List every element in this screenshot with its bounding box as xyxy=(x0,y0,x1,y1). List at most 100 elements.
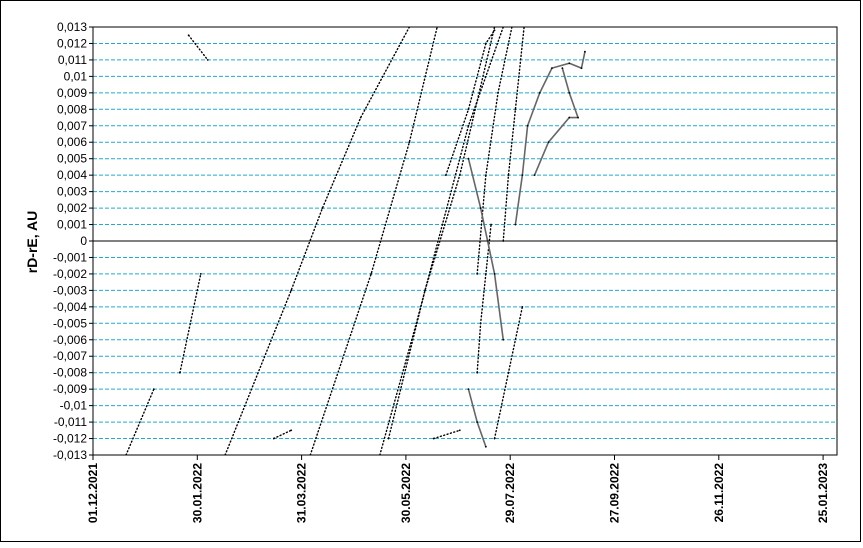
data-point xyxy=(408,141,411,144)
data-point xyxy=(321,207,324,209)
y-tick-label: 0,011 xyxy=(58,53,87,67)
y-tick-label: -0,008 xyxy=(53,366,87,380)
y-tick-label: 0,008 xyxy=(57,102,87,116)
data-point xyxy=(514,108,517,111)
data-point xyxy=(179,371,181,374)
data-point xyxy=(521,174,524,177)
series-6 xyxy=(445,29,496,176)
series-7 xyxy=(476,27,513,275)
y-tick-label: -0,006 xyxy=(53,333,87,347)
data-point xyxy=(387,437,390,440)
y-tick-label: 0,003 xyxy=(57,185,87,199)
series-16 xyxy=(467,157,505,341)
series-8 xyxy=(502,27,525,242)
y-tick-label: 0,004 xyxy=(57,168,87,182)
data-point xyxy=(547,141,550,144)
y-tick-label: 0,001 xyxy=(57,218,87,232)
data-point xyxy=(502,338,505,341)
y-axis-title: rD-rE, AU xyxy=(24,211,40,274)
data-point xyxy=(467,124,470,127)
data-point xyxy=(152,388,155,391)
chart-svg: 0,013 0,012 0,011 0,01 0,009 0,008 0,007 0,006 0… xyxy=(24,20,838,523)
x-tick-label: 26.11.2022 xyxy=(712,463,726,523)
data-point xyxy=(444,174,447,177)
y-tick-label: 0,002 xyxy=(57,201,87,215)
data-point xyxy=(199,273,202,275)
data-point xyxy=(187,34,190,37)
data-point xyxy=(507,371,510,374)
data-point xyxy=(476,421,479,423)
y-tick-label: 0,007 xyxy=(57,119,87,133)
data-point xyxy=(568,62,571,65)
data-point xyxy=(514,223,517,226)
y-tick-label: 0,005 xyxy=(57,152,87,166)
y-tick-label: 0,009 xyxy=(57,86,87,100)
x-tick-label: 30.05.2022 xyxy=(399,463,413,523)
data-point xyxy=(580,67,583,70)
y-tick-label: -0,01 xyxy=(60,399,88,413)
y-tick-label: 0,006 xyxy=(57,135,87,149)
data-point xyxy=(484,273,487,275)
y-tick-label: 0,012 xyxy=(57,36,87,50)
x-tick-label: 30.01.2022 xyxy=(190,463,204,523)
data-point xyxy=(484,174,487,177)
series-9 xyxy=(433,429,461,440)
y-tick-label: -0,004 xyxy=(53,300,87,314)
data-point xyxy=(551,67,553,70)
y-tick-label: -0,001 xyxy=(53,250,87,264)
series-14 xyxy=(514,50,586,226)
axis-layer: 0,013 0,012 0,011 0,01 0,009 0,008 0,007 0,006 0… xyxy=(53,20,838,523)
x-tick-label: 29.07.2022 xyxy=(503,463,517,523)
data-point xyxy=(493,29,496,32)
x-tick-label: 31.03.2022 xyxy=(295,463,309,523)
data-point xyxy=(458,429,461,432)
data-point xyxy=(568,91,571,94)
data-point xyxy=(359,116,362,119)
x-tick-label: 27.09.2022 xyxy=(607,463,621,523)
y-tick-label: -0,013 xyxy=(53,448,87,462)
data-point xyxy=(458,174,461,177)
y-tick-label: -0,007 xyxy=(53,349,87,363)
data-point xyxy=(538,91,541,94)
data-point xyxy=(441,223,444,226)
data-point xyxy=(467,388,470,391)
data-point xyxy=(484,445,487,448)
data-point xyxy=(584,50,586,53)
data-point xyxy=(507,174,510,177)
data-point xyxy=(561,67,564,70)
x-tick-label: 01.12.2021 xyxy=(86,463,100,523)
y-tick-label: -0,009 xyxy=(53,382,87,396)
data-point xyxy=(476,273,479,275)
data-point xyxy=(568,116,571,119)
data-point xyxy=(479,322,482,325)
data-point xyxy=(290,429,293,432)
series-11 xyxy=(187,34,209,61)
x-tick-label: 25.01.2023 xyxy=(816,463,830,523)
data-point xyxy=(272,437,275,440)
y-tick-label: -0,011 xyxy=(54,415,87,429)
y-tick-label: 0,01 xyxy=(64,69,88,83)
series-5 xyxy=(387,27,496,440)
data-point xyxy=(467,157,470,160)
data-point xyxy=(533,174,536,177)
data-point xyxy=(577,116,579,119)
data-point xyxy=(497,91,499,94)
data-point xyxy=(526,124,529,127)
data-point xyxy=(493,273,496,275)
chart-frame: 0,013 0,012 0,011 0,01 0,009 0,008 0,007 0,006 0… xyxy=(0,0,861,542)
series-10 xyxy=(273,429,292,440)
y-tick-label: 0 xyxy=(80,234,87,248)
y-tick-label: 0,013 xyxy=(57,20,87,34)
y-tick-label: -0,003 xyxy=(53,283,87,297)
data-point xyxy=(493,437,496,440)
data-point xyxy=(370,273,373,275)
data-point xyxy=(290,289,293,292)
data-point xyxy=(479,207,482,209)
y-tick-label: -0,002 xyxy=(53,267,87,281)
data-point xyxy=(476,371,479,374)
y-tick-label: -0,012 xyxy=(53,432,87,446)
data-point xyxy=(424,289,426,292)
data-point xyxy=(467,108,470,111)
data-point xyxy=(432,437,435,440)
data-point xyxy=(490,223,492,226)
